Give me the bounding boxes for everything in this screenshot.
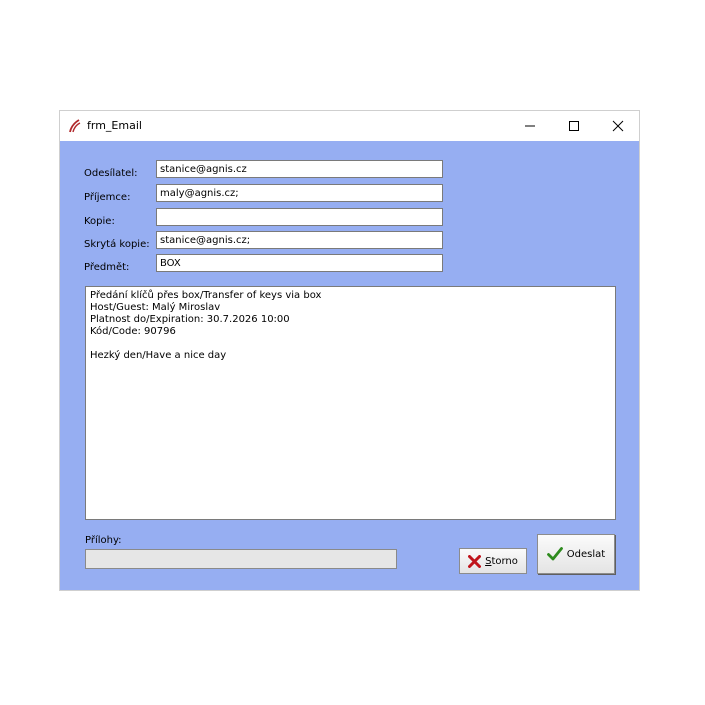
recipient-field[interactable]: maly@agnis.cz; (156, 184, 443, 202)
maximize-icon (569, 121, 579, 131)
storno-label: Storno (485, 555, 518, 567)
sender-field[interactable]: stanice@agnis.cz (156, 160, 443, 178)
send-label: Odeslat (566, 548, 606, 560)
message-line: Platnost do/Expiration: 30.7.2026 10:00 (90, 314, 290, 325)
minimize-icon (525, 125, 535, 127)
window-title: frm_Email (87, 119, 142, 132)
attachments-field[interactable] (85, 549, 397, 569)
maximize-button[interactable] (552, 111, 596, 141)
close-icon (612, 120, 624, 132)
attachments-label: Přílohy: (85, 535, 122, 546)
sender-label: Odesílatel: (84, 168, 138, 179)
email-window: frm_Email Odesílatel: stanice@agnis.cz P… (59, 110, 640, 591)
bcc-field[interactable]: stanice@agnis.cz; (156, 231, 443, 249)
subject-field[interactable]: BOX (156, 254, 443, 272)
cc-field[interactable] (156, 208, 443, 226)
minimize-button[interactable] (508, 111, 552, 141)
red-x-icon (468, 554, 482, 568)
bcc-label: Skrytá kopie: (84, 239, 150, 250)
send-button[interactable]: Odeslat (537, 534, 615, 574)
message-body[interactable]: Předání klíčů přes box/Transfer of keys … (85, 286, 616, 520)
message-line: Kód/Code: 90796 (90, 326, 176, 337)
cc-label: Kopie: (84, 216, 115, 227)
close-button[interactable] (596, 111, 640, 141)
title-bar[interactable]: frm_Email (60, 111, 639, 141)
message-line (90, 338, 611, 350)
storno-button[interactable]: Storno (459, 548, 527, 574)
message-line: Host/Guest: Malý Miroslav (90, 302, 221, 313)
green-check-icon (546, 547, 563, 561)
email-form: Odesílatel: stanice@agnis.cz Příjemce: m… (60, 141, 639, 590)
app-icon (68, 118, 82, 134)
message-line: Předání klíčů přes box/Transfer of keys … (90, 290, 322, 301)
subject-label: Předmět: (84, 262, 130, 273)
message-line: Hezký den/Have a nice day (90, 350, 227, 361)
recipient-label: Příjemce: (84, 192, 131, 203)
